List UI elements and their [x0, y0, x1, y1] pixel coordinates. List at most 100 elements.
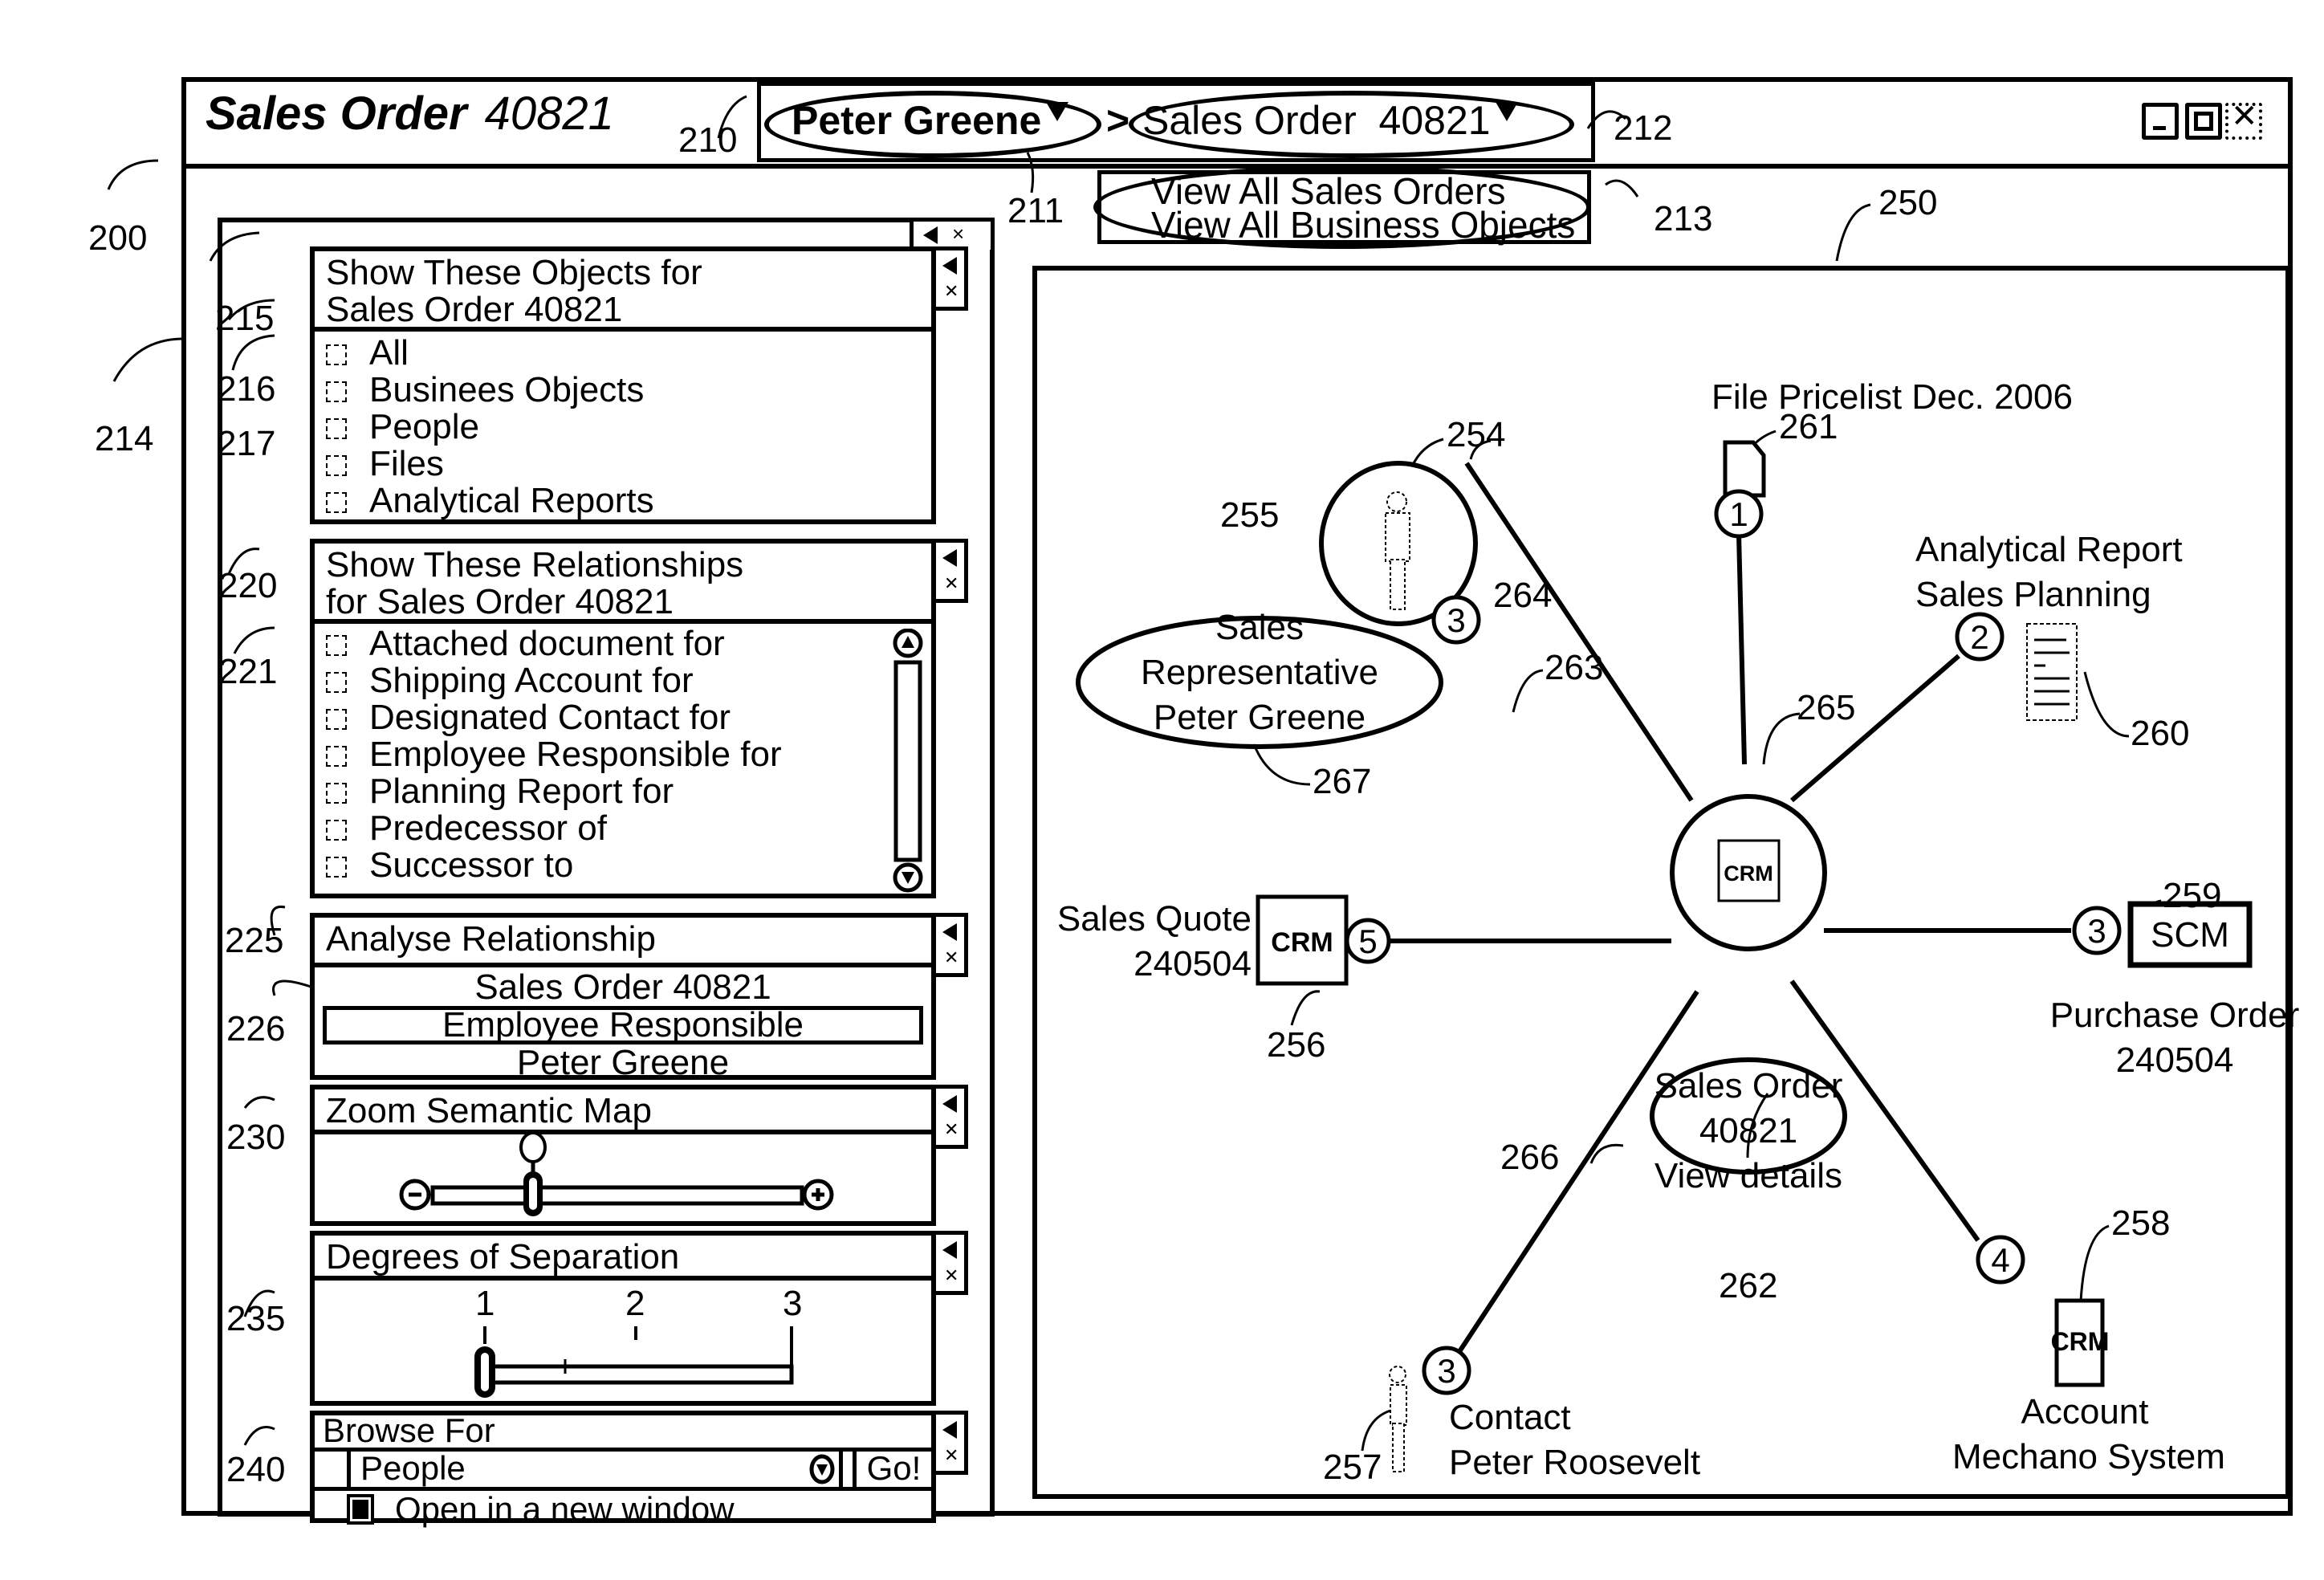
object-filter-analytical-reports[interactable]: Analytical Reports [315, 483, 931, 519]
document-icon [1723, 440, 1766, 498]
file-node[interactable]: 1 [1714, 440, 1766, 539]
objects-pane-title-line2: Sales Order 40821 [326, 290, 623, 329]
crm-label: CRM [2051, 1327, 2110, 1356]
close-icon[interactable]: ✕ [944, 573, 958, 594]
purchase-order-label[interactable]: Purchase Order 240504 [2042, 993, 2307, 1083]
checkbox[interactable] [326, 344, 347, 366]
relationship-filter[interactable]: Employee Responsible for [315, 736, 931, 773]
relationship-filter[interactable]: Successor to [315, 847, 931, 884]
checkbox[interactable] [326, 672, 347, 694]
dropdown-triangle-icon[interactable] [1046, 102, 1069, 121]
report-node[interactable]: 2 [1955, 612, 2078, 721]
zoom-in-icon[interactable] [802, 1179, 834, 1211]
checkbox[interactable] [326, 635, 347, 657]
sales-rep-label[interactable]: Sales Representative Peter Greene [1083, 605, 1436, 740]
collapse-icon[interactable] [942, 1095, 957, 1113]
degrees-slider-track[interactable] [482, 1364, 794, 1385]
browse-type-select[interactable]: People [347, 1452, 843, 1487]
collapse-icon[interactable] [942, 1241, 957, 1259]
zoom-out-icon[interactable] [399, 1179, 431, 1211]
relationship-filter[interactable]: Shipping Account for [315, 662, 931, 699]
purchase-order-node[interactable]: 3 SCM [2072, 901, 2253, 968]
ref-265: 265 [1797, 688, 1856, 727]
checkbox[interactable] [326, 709, 347, 731]
title-bar: Sales Order 40821 Peter Greene > Sales Or… [186, 82, 2288, 169]
close-icon[interactable]: ✕ [944, 1445, 958, 1466]
checkbox[interactable] [326, 492, 347, 514]
ref-259: 259 [2163, 876, 2222, 915]
maximize-button[interactable] [2185, 103, 2222, 140]
analyse-relation-selected[interactable]: Employee Responsible [323, 1006, 923, 1045]
zoom-semantic-map-pane: ✕ Zoom Semantic Map [310, 1085, 968, 1226]
scroll-up-icon[interactable] [893, 628, 923, 658]
zoom-slider-track[interactable] [430, 1185, 804, 1206]
degrees-slider-thumb[interactable] [474, 1346, 495, 1398]
zoom-slider[interactable] [315, 1131, 931, 1218]
badge-value: 3 [1447, 601, 1465, 639]
checkbox[interactable] [326, 455, 347, 477]
breadcrumb-separator: > [1106, 98, 1130, 143]
minimize-button[interactable] [2142, 103, 2179, 140]
collapse-icon[interactable] [942, 923, 957, 941]
checkbox[interactable] [326, 857, 347, 878]
relationship-filter[interactable]: Designated Contact for [315, 699, 931, 736]
breadcrumb: Peter Greene > Sales Order 40821 [757, 82, 1595, 162]
sales-quote-node[interactable]: CRM 5 [1256, 894, 1391, 986]
relationships-filter-pane: ✕ Show These Relationships for Sales Ord… [310, 539, 968, 898]
close-button[interactable]: ✕ [2225, 99, 2262, 140]
relationship-filter[interactable]: Attached document for [315, 625, 931, 662]
close-icon[interactable]: ✕ [944, 1119, 958, 1140]
open-new-window-row[interactable]: Open in a new window [315, 1491, 931, 1528]
collapse-icon[interactable] [942, 549, 957, 567]
account-node[interactable]: 4 CRM [1976, 1235, 2110, 1387]
close-icon[interactable]: ✕ [944, 1265, 958, 1286]
checkbox[interactable] [326, 418, 347, 440]
checkbox[interactable] [326, 381, 347, 403]
scroll-track[interactable] [893, 660, 922, 862]
checkbox[interactable] [326, 820, 347, 841]
breadcrumb-item-sales-order-label: Sales Order 40821 [1142, 98, 1491, 143]
dropdown-arrow-icon[interactable] [808, 1453, 836, 1485]
relationships-pane-title-line2: for Sales Order 40821 [326, 582, 674, 621]
relationship-filter[interactable]: Planning Report for [315, 773, 931, 810]
dropdown-triangle-icon[interactable] [1495, 102, 1518, 121]
object-filter-business-objects[interactable]: Businees Objects [315, 372, 931, 409]
collapse-icon[interactable] [942, 257, 957, 275]
view-details-link[interactable]: View details [1612, 1154, 1885, 1199]
panel-tab: × [910, 218, 995, 250]
relationships-list: Attached document for Shipping Account f… [315, 624, 931, 884]
contact-title-line1: Contact [1449, 1398, 1571, 1437]
checkbox[interactable] [326, 746, 347, 768]
relationship-filter[interactable]: Predecessor of [315, 810, 931, 847]
relationships-scrollbar[interactable] [891, 628, 925, 894]
object-filter-files[interactable]: Files [315, 446, 931, 483]
account-label[interactable]: Account Mechano System [1952, 1390, 2225, 1480]
collapse-icon[interactable] [942, 1421, 957, 1439]
scroll-down-icon[interactable] [893, 862, 923, 893]
collapse-panel-icon[interactable] [923, 226, 938, 244]
pane-tab: ✕ [936, 1411, 968, 1475]
close-panel-icon[interactable]: × [952, 222, 964, 246]
report-node-label[interactable]: Analytical Report Sales Planning [1915, 527, 2183, 617]
zoom-slider-thumb[interactable] [519, 1131, 547, 1216]
checkbox-label: Employee Responsible for [369, 735, 782, 774]
file-node-label[interactable]: File Pricelist Dec. 2006 [1711, 375, 2073, 420]
sales-quote-label[interactable]: Sales Quote 240504 [1039, 897, 1252, 987]
degrees-pane-title: Degrees of Separation [315, 1236, 931, 1281]
contact-label[interactable]: Contact Peter Roosevelt [1449, 1395, 1700, 1485]
go-button[interactable]: Go! [853, 1452, 931, 1487]
open-new-window-checkbox[interactable] [347, 1494, 374, 1525]
hub-node[interactable]: CRM [1670, 794, 1827, 951]
edge-report [1790, 654, 1960, 803]
object-filter-all[interactable]: All [315, 335, 931, 372]
close-icon[interactable]: ✕ [944, 947, 958, 968]
degrees-slider[interactable] [315, 1276, 931, 1404]
browse-row: People Go! [315, 1452, 931, 1491]
rep-title-line2: Representative [1141, 653, 1378, 692]
breadcrumb-item-person[interactable]: Peter Greene [792, 97, 1069, 144]
breadcrumb-item-sales-order[interactable]: Sales Order 40821 [1142, 97, 1518, 144]
object-filter-people[interactable]: People [315, 409, 931, 446]
checkbox[interactable] [326, 783, 347, 804]
close-icon[interactable]: ✕ [944, 281, 958, 302]
browse-selected-value: People [360, 1449, 466, 1487]
